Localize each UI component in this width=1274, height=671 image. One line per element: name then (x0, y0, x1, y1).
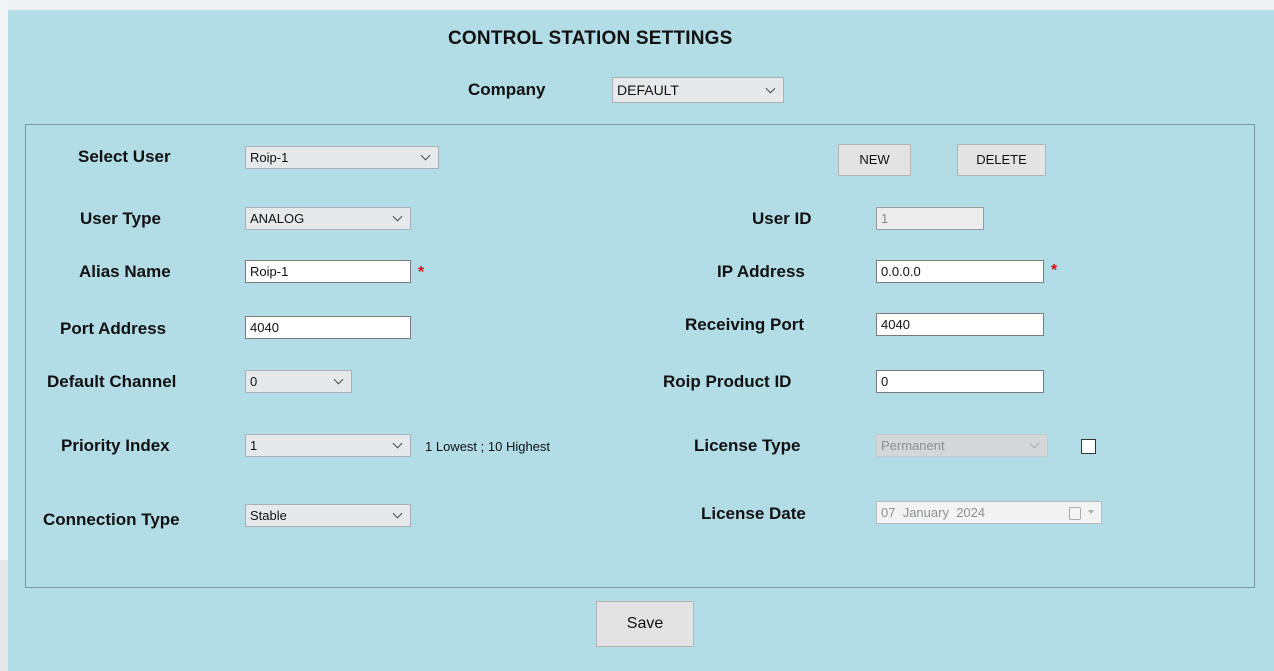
user-id-label: User ID (752, 209, 812, 228)
select-user-label: Select User (78, 147, 171, 166)
priority-index-dropdown[interactable]: 1 (245, 434, 411, 457)
roip-product-id-label: Roip Product ID (663, 372, 792, 391)
chevron-down-icon (333, 374, 344, 385)
priority-index-value: 1 (250, 438, 258, 453)
license-type-label: License Type (694, 436, 801, 455)
company-select[interactable]: DEFAULT (612, 77, 784, 103)
default-channel-dropdown[interactable]: 0 (245, 370, 352, 393)
receiving-port-input[interactable]: 4040 (876, 313, 1044, 336)
priority-index-hint: 1 Lowest ; 10 Highest (425, 439, 551, 454)
priority-index-label: Priority Index (61, 436, 170, 455)
license-date-year: 2024 (956, 505, 986, 520)
calendar-icon (1069, 507, 1081, 520)
company-label: Company (468, 80, 546, 99)
chevron-down-icon (765, 83, 776, 94)
roip-product-id-input[interactable]: 0 (876, 370, 1044, 393)
alias-name-label: Alias Name (79, 262, 171, 281)
chevron-down-icon (392, 438, 403, 449)
new-button[interactable]: NEW (838, 144, 911, 176)
chevron-down-icon (1088, 510, 1094, 514)
control-station-settings-window: CONTROL STATION SETTINGS Company DEFAULT… (8, 10, 1274, 671)
chevron-down-icon (392, 508, 403, 519)
save-button[interactable]: Save (596, 601, 694, 647)
chevron-down-icon (420, 150, 431, 161)
connection-type-label: Connection Type (43, 510, 180, 529)
page-title: CONTROL STATION SETTINGS (448, 28, 733, 49)
default-channel-value: 0 (250, 374, 258, 389)
left-edge-fade (0, 560, 8, 671)
license-date-day: 07 (881, 505, 896, 520)
license-type-value: Permanent (881, 438, 945, 453)
connection-type-value: Stable (250, 508, 287, 523)
chevron-down-icon (1029, 438, 1040, 449)
alias-name-required-asterisk: * (418, 264, 425, 281)
user-type-value: ANALOG (250, 211, 305, 226)
company-select-value: DEFAULT (617, 82, 679, 98)
ip-address-label: IP Address (717, 262, 805, 281)
port-address-input[interactable]: 4040 (245, 316, 411, 339)
default-channel-label: Default Channel (47, 372, 177, 391)
delete-button[interactable]: DELETE (957, 144, 1046, 176)
license-type-dropdown: Permanent (876, 434, 1048, 457)
license-date-picker: 07 January 2024 (876, 501, 1102, 524)
alias-name-input[interactable]: Roip-1 (245, 260, 411, 283)
user-type-label: User Type (80, 209, 161, 228)
user-type-dropdown[interactable]: ANALOG (245, 207, 411, 230)
user-id-field: 1 (876, 207, 984, 230)
select-user-dropdown[interactable]: Roip-1 (245, 146, 439, 169)
license-type-checkbox[interactable] (1081, 439, 1096, 454)
ip-address-input[interactable]: 0.0.0.0 (876, 260, 1044, 283)
ip-address-required-asterisk: * (1051, 262, 1058, 279)
receiving-port-label: Receiving Port (685, 315, 805, 334)
license-date-label: License Date (701, 504, 806, 523)
chevron-down-icon (392, 211, 403, 222)
license-date-month: January (902, 505, 949, 520)
connection-type-dropdown[interactable]: Stable (245, 504, 411, 527)
select-user-value: Roip-1 (250, 150, 289, 165)
port-address-label: Port Address (60, 319, 167, 338)
